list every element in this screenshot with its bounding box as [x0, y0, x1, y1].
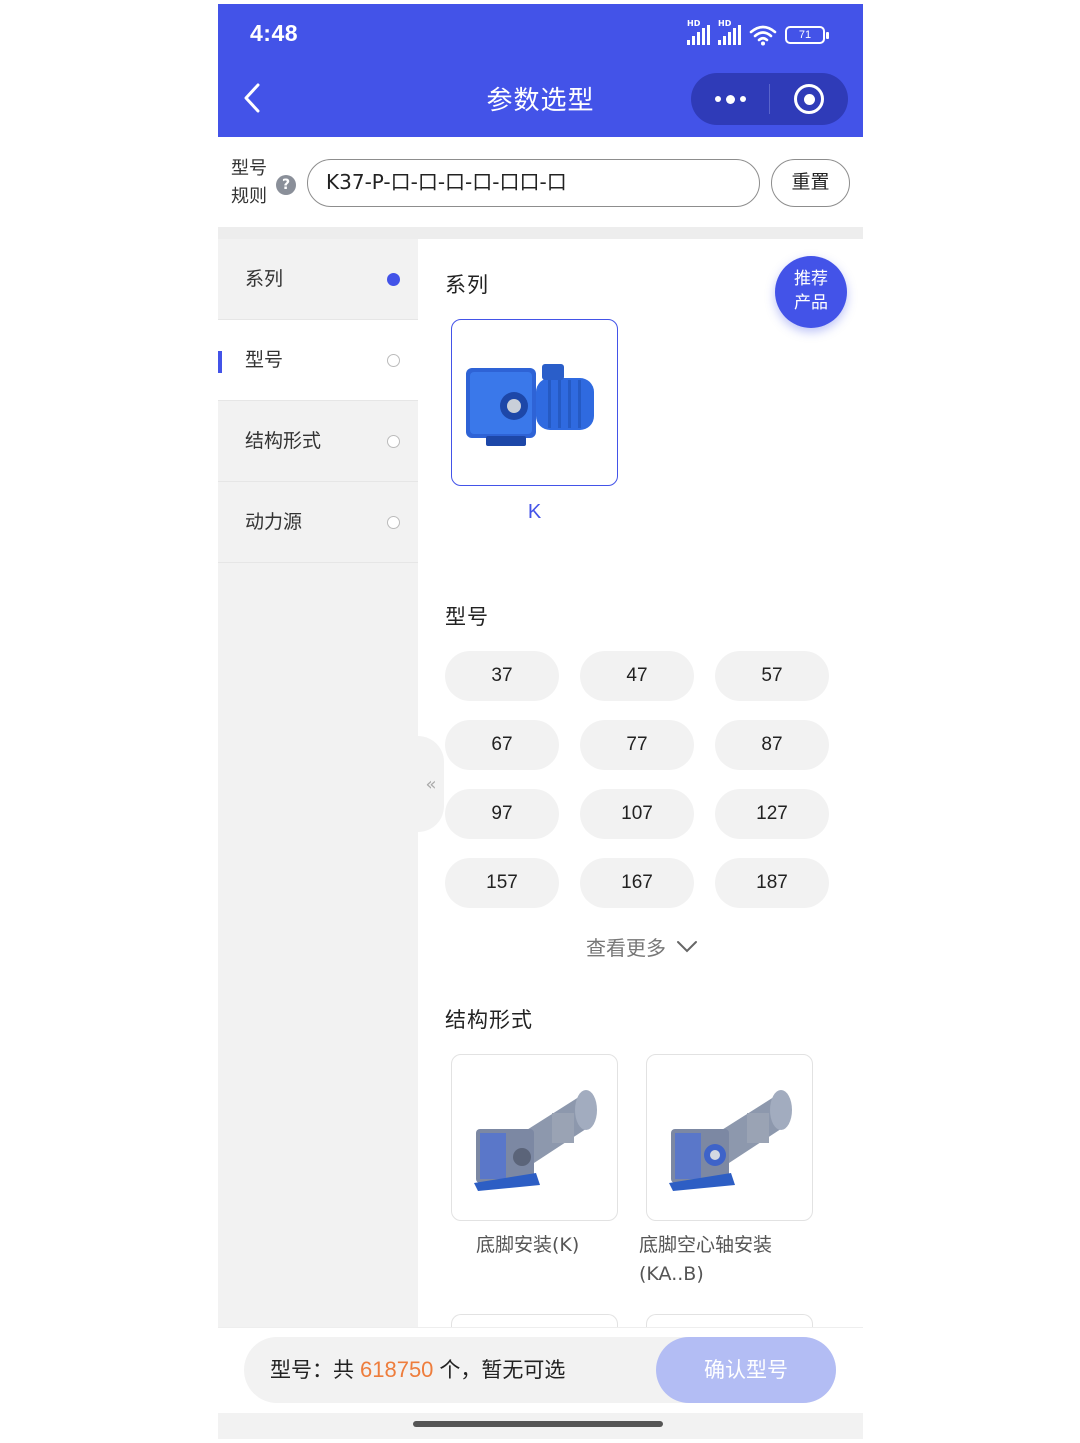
structure-option-label: 底脚安装(K)	[476, 1234, 580, 1256]
sidebar-item-label: 型号	[245, 349, 284, 371]
model-section-title: 型号	[445, 605, 489, 629]
count-suffix: 个，暂无可选	[439, 1358, 566, 1382]
model-option-chip[interactable]: 57	[715, 651, 829, 701]
reset-button[interactable]: 重置	[771, 159, 850, 207]
category-sidebar: 系列 型号 结构形式 动力源	[218, 239, 418, 1329]
structure-option-label: 底脚空心轴安装(KA..B)	[639, 1234, 773, 1285]
model-option-chip[interactable]: 107	[580, 789, 694, 839]
count-prefix: 型号：共	[270, 1358, 354, 1382]
sidebar-item-model[interactable]: 型号	[218, 320, 418, 401]
completed-dot-icon	[387, 273, 400, 286]
network-label-2: HD	[718, 19, 732, 28]
mini-program-capsule	[691, 73, 848, 125]
home-indicator[interactable]	[413, 1421, 663, 1427]
structure-option-foot-hollow-shaft[interactable]	[646, 1054, 813, 1221]
wifi-icon	[749, 25, 777, 46]
status-icons: HD HD 71	[687, 19, 829, 48]
chevron-down-icon	[677, 940, 697, 952]
model-option-chip[interactable]: 187	[715, 858, 829, 908]
sidebar-item-label: 结构形式	[245, 430, 322, 452]
model-option-chip[interactable]: 167	[580, 858, 694, 908]
pending-dot-icon	[387, 516, 400, 529]
recommend-label-line2: 产品	[794, 293, 828, 313]
more-menu-icon[interactable]	[691, 73, 769, 125]
home-indicator-area	[218, 1413, 863, 1439]
structure-section-title: 结构形式	[445, 1008, 533, 1032]
series-option-label: K	[527, 501, 542, 523]
sidebar-item-series[interactable]: 系列	[218, 239, 418, 320]
pending-dot-icon	[387, 435, 400, 448]
close-program-icon[interactable]	[770, 73, 848, 125]
see-more-button[interactable]: 查看更多	[586, 932, 698, 961]
structure-option-foot-mounted[interactable]	[451, 1054, 618, 1221]
model-rule-row: 型号规则 ? K37-P-口-口-口-口-口口-口 重置	[218, 137, 863, 227]
battery-icon: 71	[785, 26, 829, 44]
model-option-chip[interactable]: 77	[580, 720, 694, 770]
status-time: 4:48	[250, 20, 299, 46]
app-header: 4:48 HD HD 71 参数选型	[218, 4, 863, 137]
model-option-chip[interactable]: 157	[445, 858, 559, 908]
phone-screen: 4:48 HD HD 71 参数选型 型号规则 ? K37-P-口-口-口-口-…	[218, 4, 863, 1439]
options-panel: 系列 推荐 产品 K 型号 37 47 57 67 77 87 97 107 1…	[418, 239, 863, 1344]
model-count-number: 618750	[360, 1357, 434, 1382]
series-option-k[interactable]	[451, 319, 618, 486]
model-option-chip[interactable]: 67	[445, 720, 559, 770]
foot-hollow-shaft-gearmotor-image	[669, 1090, 792, 1191]
collapse-sidebar-icon[interactable]: «	[418, 736, 444, 832]
active-indicator	[218, 351, 222, 373]
model-option-chip[interactable]: 97	[445, 789, 559, 839]
model-options-grid: 37 47 57 67 77 87 97 107 127 157 167 187	[445, 651, 835, 908]
sidebar-item-structure[interactable]: 结构形式	[218, 401, 418, 482]
model-count-text: 型号：共 618750 个，暂无可选	[270, 1337, 565, 1403]
model-option-chip[interactable]: 87	[715, 720, 829, 770]
confirm-model-button[interactable]: 确认型号	[656, 1337, 836, 1403]
model-rule-label: 型号规则	[231, 158, 267, 207]
model-rule-field[interactable]: K37-P-口-口-口-口-口口-口	[307, 159, 760, 207]
model-option-chip[interactable]: 47	[580, 651, 694, 701]
model-option-chip[interactable]: 37	[445, 651, 559, 701]
recommend-products-button[interactable]: 推荐 产品	[775, 256, 847, 328]
sidebar-item-label: 系列	[245, 268, 284, 290]
k-gearmotor-image	[466, 364, 594, 446]
foot-mounted-gearmotor-image	[474, 1090, 597, 1191]
sidebar-item-label: 动力源	[245, 511, 303, 533]
cellular-signal-icon-2: HD	[718, 19, 741, 45]
network-label: HD	[687, 19, 701, 28]
sidebar-item-power-source[interactable]: 动力源	[218, 482, 418, 563]
help-icon[interactable]: ?	[276, 175, 296, 195]
series-section-title: 系列	[445, 273, 489, 297]
pending-dot-icon	[387, 354, 400, 367]
section-divider	[218, 227, 863, 239]
bottom-action-bar: 型号：共 618750 个，暂无可选 确认型号	[218, 1327, 863, 1417]
cellular-signal-icon: HD	[687, 19, 710, 45]
recommend-label-line1: 推荐	[794, 269, 828, 289]
model-count-pill: 型号：共 618750 个，暂无可选 确认型号	[244, 1337, 836, 1403]
model-option-chip[interactable]: 127	[715, 789, 829, 839]
see-more-label: 查看更多	[586, 936, 666, 960]
